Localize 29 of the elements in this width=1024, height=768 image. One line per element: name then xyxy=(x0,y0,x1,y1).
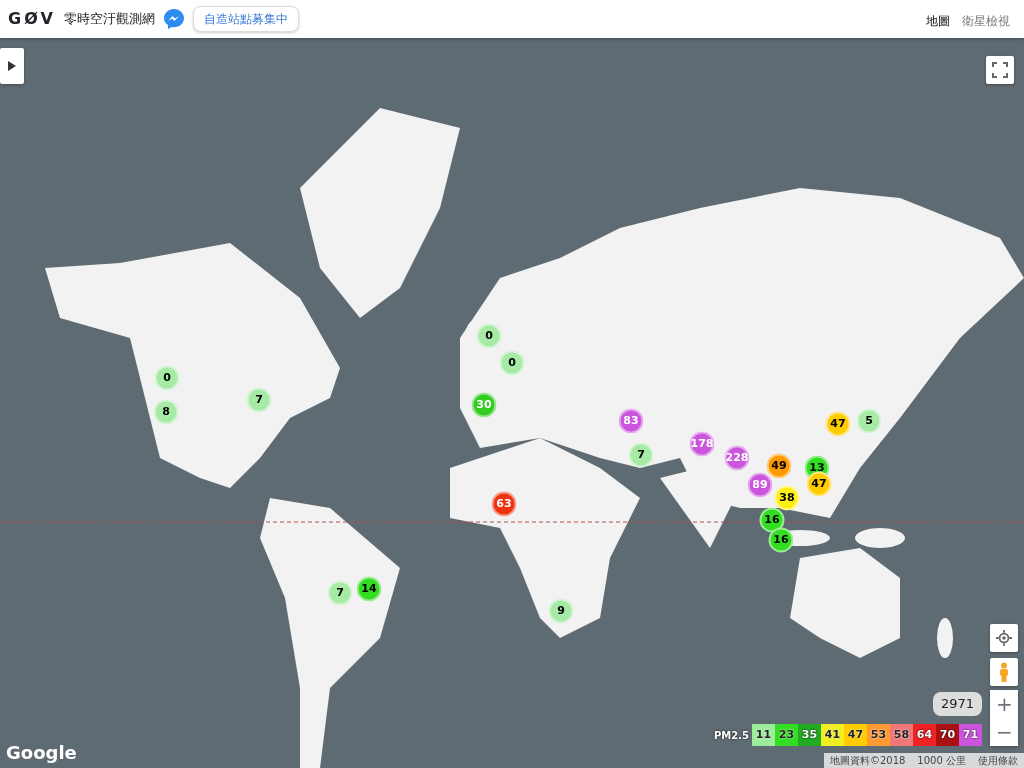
site-title: 零時空汙觀測網 xyxy=(63,10,155,29)
fullscreen-icon xyxy=(992,62,1008,78)
recruit-bubble[interactable]: 自造站點募集中 xyxy=(192,6,299,32)
legend-swatch: 58 xyxy=(890,724,913,746)
fullscreen-button[interactable] xyxy=(986,56,1014,84)
zoom-out-button[interactable]: − xyxy=(990,718,1018,746)
legend-swatch: 53 xyxy=(867,724,890,746)
brand-logo: Google xyxy=(6,741,77,765)
pegman-icon xyxy=(998,662,1010,682)
legend-title: PM2.5 xyxy=(714,728,749,743)
legend-swatch: 71 xyxy=(959,724,982,746)
legend-swatch: 35 xyxy=(798,724,821,746)
legend-swatch: 23 xyxy=(775,724,798,746)
legend-swatch: 47 xyxy=(844,724,867,746)
legend-swatch: 70 xyxy=(936,724,959,746)
legend-swatch: 11 xyxy=(752,724,775,746)
legend-swatch: 64 xyxy=(913,724,936,746)
caret-icon xyxy=(8,61,16,71)
crosshair-icon xyxy=(996,629,1012,647)
location-button[interactable] xyxy=(990,624,1018,652)
station-count: 2971 xyxy=(932,692,982,716)
scale-label: 1000 公里 xyxy=(911,753,972,768)
map-attribution: 地圖資料©2018 xyxy=(823,753,912,768)
expand-panel-button[interactable] xyxy=(0,48,24,84)
legend-swatch: 41 xyxy=(821,724,844,746)
messenger-icon[interactable] xyxy=(162,8,185,30)
zoom-in-button[interactable]: + xyxy=(990,690,1018,718)
logo[interactable]: GØV xyxy=(8,7,56,31)
terms-link[interactable]: 使用條款 xyxy=(972,753,1024,768)
